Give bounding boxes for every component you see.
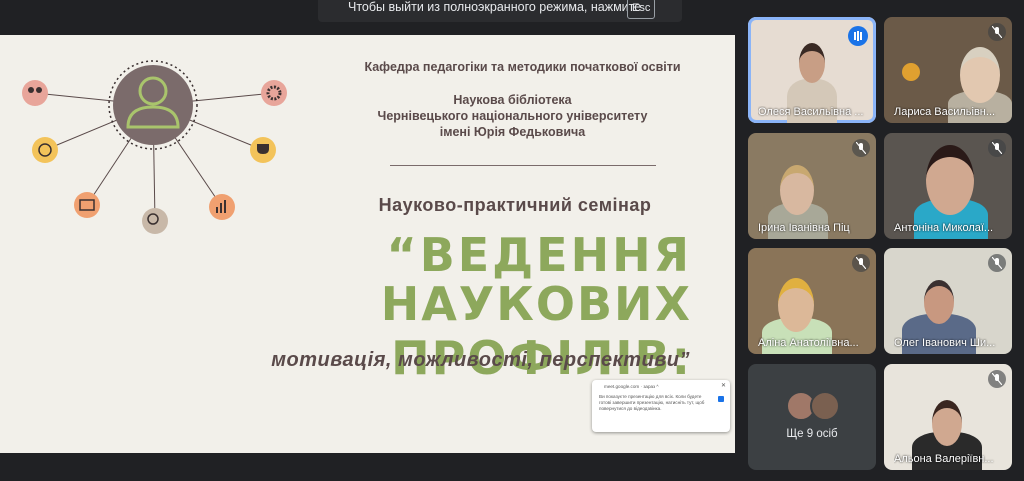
mic-off-icon xyxy=(988,139,1006,157)
notification-text: Ви показуєте презентацію для всіх. Коли … xyxy=(599,394,705,411)
participant-name: Антоніна Миколаї... xyxy=(894,222,994,234)
participant-tile-2[interactable]: Лариса Васильівн... xyxy=(884,17,1012,123)
magnifier-check-icon xyxy=(142,208,168,234)
people-icon xyxy=(22,80,48,106)
meet-icon xyxy=(718,396,724,402)
mic-off-icon xyxy=(988,370,1006,388)
library-title: Наукова бібліотека Чернівецького націона… xyxy=(340,92,685,140)
mic-off-icon xyxy=(852,254,870,272)
slide-title-line-1: “ВЕДЕННЯ xyxy=(386,228,692,282)
participant-tile-7[interactable]: Альона Валеріївн... xyxy=(884,364,1012,470)
participant-name: Ірина Іванівна Піц xyxy=(758,222,850,234)
library-line-2: Чернівецького національного університету xyxy=(377,109,648,123)
close-icon[interactable]: ✕ xyxy=(721,382,726,389)
seminar-label: Науково-практичний семінар xyxy=(378,195,652,215)
participant-name: Аліна Анатоліївна... xyxy=(758,337,859,349)
mic-off-icon xyxy=(988,23,1006,41)
slide-subtitle: мотивація, можливості, перспективи” xyxy=(271,349,690,371)
participant-name: Олеся Васильівна ... xyxy=(758,106,864,118)
participant-tile-5[interactable]: Аліна Анатоліївна... xyxy=(748,248,876,354)
target-icon xyxy=(32,137,58,163)
participant-tile-6[interactable]: Олег Іванович Ши... xyxy=(884,248,1012,354)
sunflower-decor xyxy=(902,63,920,81)
participant-tile-3[interactable]: Ірина Іванівна Піц xyxy=(748,133,876,239)
divider xyxy=(390,165,656,166)
gear-icon xyxy=(261,80,287,106)
mic-off-icon xyxy=(852,139,870,157)
participant-tile-1[interactable]: Олеся Васильівна ... xyxy=(748,17,876,123)
esc-key-hint: Esc xyxy=(627,0,656,19)
department-title: Кафедра педагогіки та методики початково… xyxy=(364,60,681,74)
banner-message: Чтобы выйти из полноэкранного режима, на… xyxy=(348,0,642,14)
network-illustration xyxy=(22,60,287,234)
briefcase-icon xyxy=(74,192,100,218)
library-line-1: Наукова бібліотека xyxy=(453,93,572,107)
participant-name: Олег Іванович Ши... xyxy=(894,337,996,349)
more-participants-label: Ще 9 осіб xyxy=(786,428,838,440)
notification-domain: meet.google.com · зараз ^ xyxy=(604,384,659,389)
library-line-3: імені Юрія Федьковича xyxy=(439,125,586,139)
more-participants-tile[interactable]: Ще 9 осіб xyxy=(748,364,876,470)
mic-off-icon xyxy=(988,254,1006,272)
participant-name: Лариса Васильівн... xyxy=(894,106,996,118)
presenting-notification[interactable]: meet.google.com · зараз ^ ✕ Ви показуєте… xyxy=(592,380,730,432)
fullscreen-exit-banner: Чтобы выйти из полноэкранного режима, на… xyxy=(318,0,682,22)
participant-avatar xyxy=(810,391,840,421)
participant-tile-4[interactable]: Антоніна Миколаї... xyxy=(884,133,1012,239)
participant-name: Альона Валеріївн... xyxy=(894,453,994,465)
presentation-slide: Кафедра педагогіки та методики початково… xyxy=(0,35,735,453)
speaking-indicator-icon xyxy=(848,26,868,46)
